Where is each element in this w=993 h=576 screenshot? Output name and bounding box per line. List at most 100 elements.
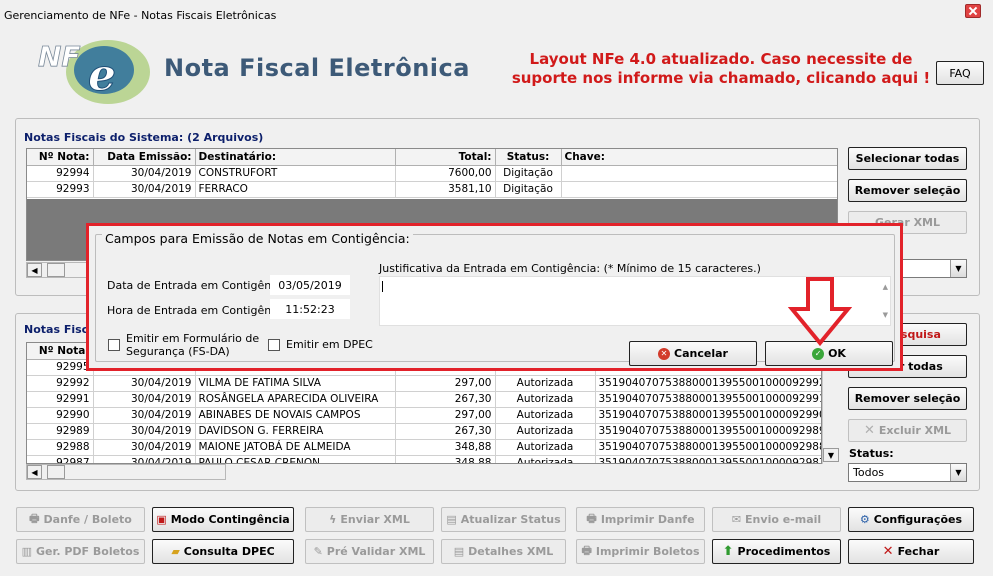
scroll-thumb[interactable]	[47, 263, 65, 277]
entry-date-field[interactable]: 03/05/2019	[270, 275, 350, 295]
table-row[interactable]: 92993 30/04/2019 FERRACO 3581,10 Digitaç…	[27, 181, 837, 198]
faq-button[interactable]: FAQ	[936, 61, 984, 85]
send-email-label: Envio e-mail	[745, 513, 822, 526]
notice-line-1: Layout NFe 4.0 atualizado. Caso necessit…	[529, 50, 913, 68]
contingency-mode-label: Modo Contingência	[170, 513, 290, 526]
col-total[interactable]: Total:	[395, 149, 496, 166]
select-all-system-button[interactable]: Selecionar todas	[848, 147, 967, 170]
scroll-up-icon[interactable]: ▲	[883, 283, 888, 291]
dpec-checkbox[interactable]	[268, 339, 280, 351]
danfe-boleto-button[interactable]: 🖶 Danfe / Boleto	[16, 507, 145, 532]
print-danfe-button[interactable]: 🖶 Imprimir Danfe	[576, 507, 705, 532]
cell-status: Autorizada	[495, 375, 596, 392]
remove-selection-system-button[interactable]: Remover seleção	[848, 179, 967, 202]
col-destinatario[interactable]: Destinatário:	[195, 149, 396, 166]
text-caret	[382, 281, 383, 292]
cell-destinatario: ROSÂNGELA APARECIDA OLIVEIRA	[195, 391, 396, 408]
settings-icon: ⚙	[859, 513, 870, 526]
fsda-label-line2: Segurança (FS-DA)	[126, 345, 230, 358]
app-title: Nota Fiscal Eletrônica	[164, 54, 470, 82]
contingency-mode-button[interactable]: ▣ Modo Contingência	[152, 507, 294, 532]
col-chave[interactable]: Chave:	[561, 149, 837, 166]
cell-chave: 351904070753880001395500100009298810881	[595, 439, 821, 456]
col-status[interactable]: Status:	[495, 149, 562, 166]
fsda-checkbox[interactable]	[108, 339, 120, 351]
entry-date-label: Data de Entrada em Contigência:	[107, 279, 291, 292]
status-select[interactable]: Todos ▼	[848, 463, 967, 482]
cell-chave: 351904070753880001395500100009299110373	[595, 391, 821, 408]
dialog-title: Campos para Emissão de Notas em Contigên…	[102, 231, 413, 246]
print-boletos-label: Imprimir Boletos	[595, 545, 700, 558]
pre-validate-xml-button[interactable]: ✎ Pré Validar XML	[305, 539, 434, 564]
table-row[interactable]: 92987 30/04/2019 PAULO CESAR CRENON 348,…	[27, 455, 821, 463]
pdf-icon: ▥	[21, 545, 32, 558]
close-window-icon[interactable]	[965, 4, 981, 18]
status-value: Todos	[853, 466, 885, 479]
table-row[interactable]: 92994 30/04/2019 CONSTRUFORT 7600,00 Dig…	[27, 165, 837, 182]
cell-total: 297,00	[395, 407, 496, 424]
table-row[interactable]: 92990 30/04/2019 ABINABES DE NOVAIS CAMP…	[27, 407, 821, 424]
scroll-left-icon[interactable]: ◀	[27, 465, 42, 479]
cell-status: Autorizada	[495, 423, 596, 440]
system-notes-title: Notas Fiscais do Sistema: (2 Arquivos)	[24, 131, 264, 144]
red-arrow-annotation-icon	[788, 277, 852, 347]
folder-icon: ▰	[171, 545, 180, 558]
send-email-button[interactable]: ✉ Envio e-mail	[712, 507, 841, 532]
cell-chave	[561, 181, 837, 198]
sefaz-grid-hscrollbar[interactable]: ◀	[26, 464, 226, 480]
cell-data: 30/04/2019	[93, 391, 196, 408]
update-status-button[interactable]: ▤ Atualizar Status	[441, 507, 566, 532]
refresh-icon: ▤	[446, 513, 457, 526]
send-xml-button[interactable]: ϟ Enviar XML	[305, 507, 434, 532]
cancel-button[interactable]: ✕ Cancelar	[629, 341, 757, 366]
cell-destinatario: CONSTRUFORT	[195, 165, 396, 182]
xml-details-button[interactable]: ▤ Detalhes XML	[441, 539, 566, 564]
scroll-left-icon[interactable]: ◀	[27, 263, 42, 277]
table-row[interactable]: 92991 30/04/2019 ROSÂNGELA APARECIDA OLI…	[27, 391, 821, 408]
cell-total: 3581,10	[395, 181, 496, 198]
pre-validate-xml-label: Pré Validar XML	[326, 545, 426, 558]
contingency-dialog: Campos para Emissão de Notas em Contigên…	[86, 223, 903, 371]
pdf-boletos-button[interactable]: ▥ Ger. PDF Boletos	[16, 539, 145, 564]
remove-selection-sefaz-button[interactable]: Remover seleção	[848, 387, 967, 410]
cell-numero: 92987	[27, 455, 94, 463]
chevron-down-icon[interactable]: ▼	[950, 464, 966, 481]
delete-xml-button[interactable]: ✕ Excluir XML	[848, 419, 967, 442]
system-filter-combo[interactable]: ▼	[893, 259, 967, 278]
validate-icon: ✎	[313, 545, 323, 558]
table-row[interactable]: 92989 30/04/2019 DAVIDSON G. FERREIRA 26…	[27, 423, 821, 440]
settings-button[interactable]: ⚙ Configurações	[848, 507, 974, 532]
scroll-down-icon[interactable]: ▼	[823, 448, 839, 462]
chevron-down-icon[interactable]: ▼	[950, 260, 966, 277]
close-button[interactable]: ✕ Fechar	[848, 539, 974, 564]
col-numero[interactable]: Nº Nota:	[27, 149, 94, 166]
cell-data: 30/04/2019	[93, 407, 196, 424]
close-label: Fechar	[897, 545, 940, 558]
table-row[interactable]: 92992 30/04/2019 VILMA DE FATIMA SILVA 2…	[27, 375, 821, 392]
status-label: Status:	[849, 447, 894, 460]
consult-dpec-button[interactable]: ▰ Consulta DPEC	[152, 539, 294, 564]
window-title: Gerenciamento de NFe - Notas Fiscais Ele…	[4, 9, 277, 22]
cell-destinatario: VILMA DE FATIMA SILVA	[195, 375, 396, 392]
support-notice-link[interactable]: Layout NFe 4.0 atualizado. Caso necessit…	[511, 50, 931, 88]
scroll-thumb[interactable]	[47, 465, 65, 479]
ok-label: OK	[828, 347, 846, 360]
cell-numero: 92990	[27, 407, 94, 424]
nfe-logo-icon: NF e	[38, 40, 150, 104]
procedures-button[interactable]: ⬆ Procedimentos	[712, 539, 841, 564]
xml-details-label: Detalhes XML	[468, 545, 554, 558]
cell-total: 267,30	[395, 423, 496, 440]
col-data-emissao[interactable]: Data Emissão:	[93, 149, 196, 166]
pdf-boletos-label: Ger. PDF Boletos	[35, 545, 140, 558]
entry-time-field[interactable]: 11:52:23	[270, 299, 350, 319]
col-numero[interactable]: Nº Nota:	[27, 343, 94, 360]
cell-total: 297,00	[395, 375, 496, 392]
danfe-boleto-label: Danfe / Boleto	[43, 513, 132, 526]
delete-xml-label: Excluir XML	[878, 424, 952, 437]
cell-numero: 92993	[27, 181, 94, 198]
cancel-label: Cancelar	[674, 347, 728, 360]
print-boletos-button[interactable]: 🖶 Imprimir Boletos	[576, 539, 705, 564]
scroll-down-icon[interactable]: ▼	[883, 311, 888, 319]
cell-numero: 92992	[27, 375, 94, 392]
table-row[interactable]: 92988 30/04/2019 MAIONE JATOBÁ DE ALMEID…	[27, 439, 821, 456]
